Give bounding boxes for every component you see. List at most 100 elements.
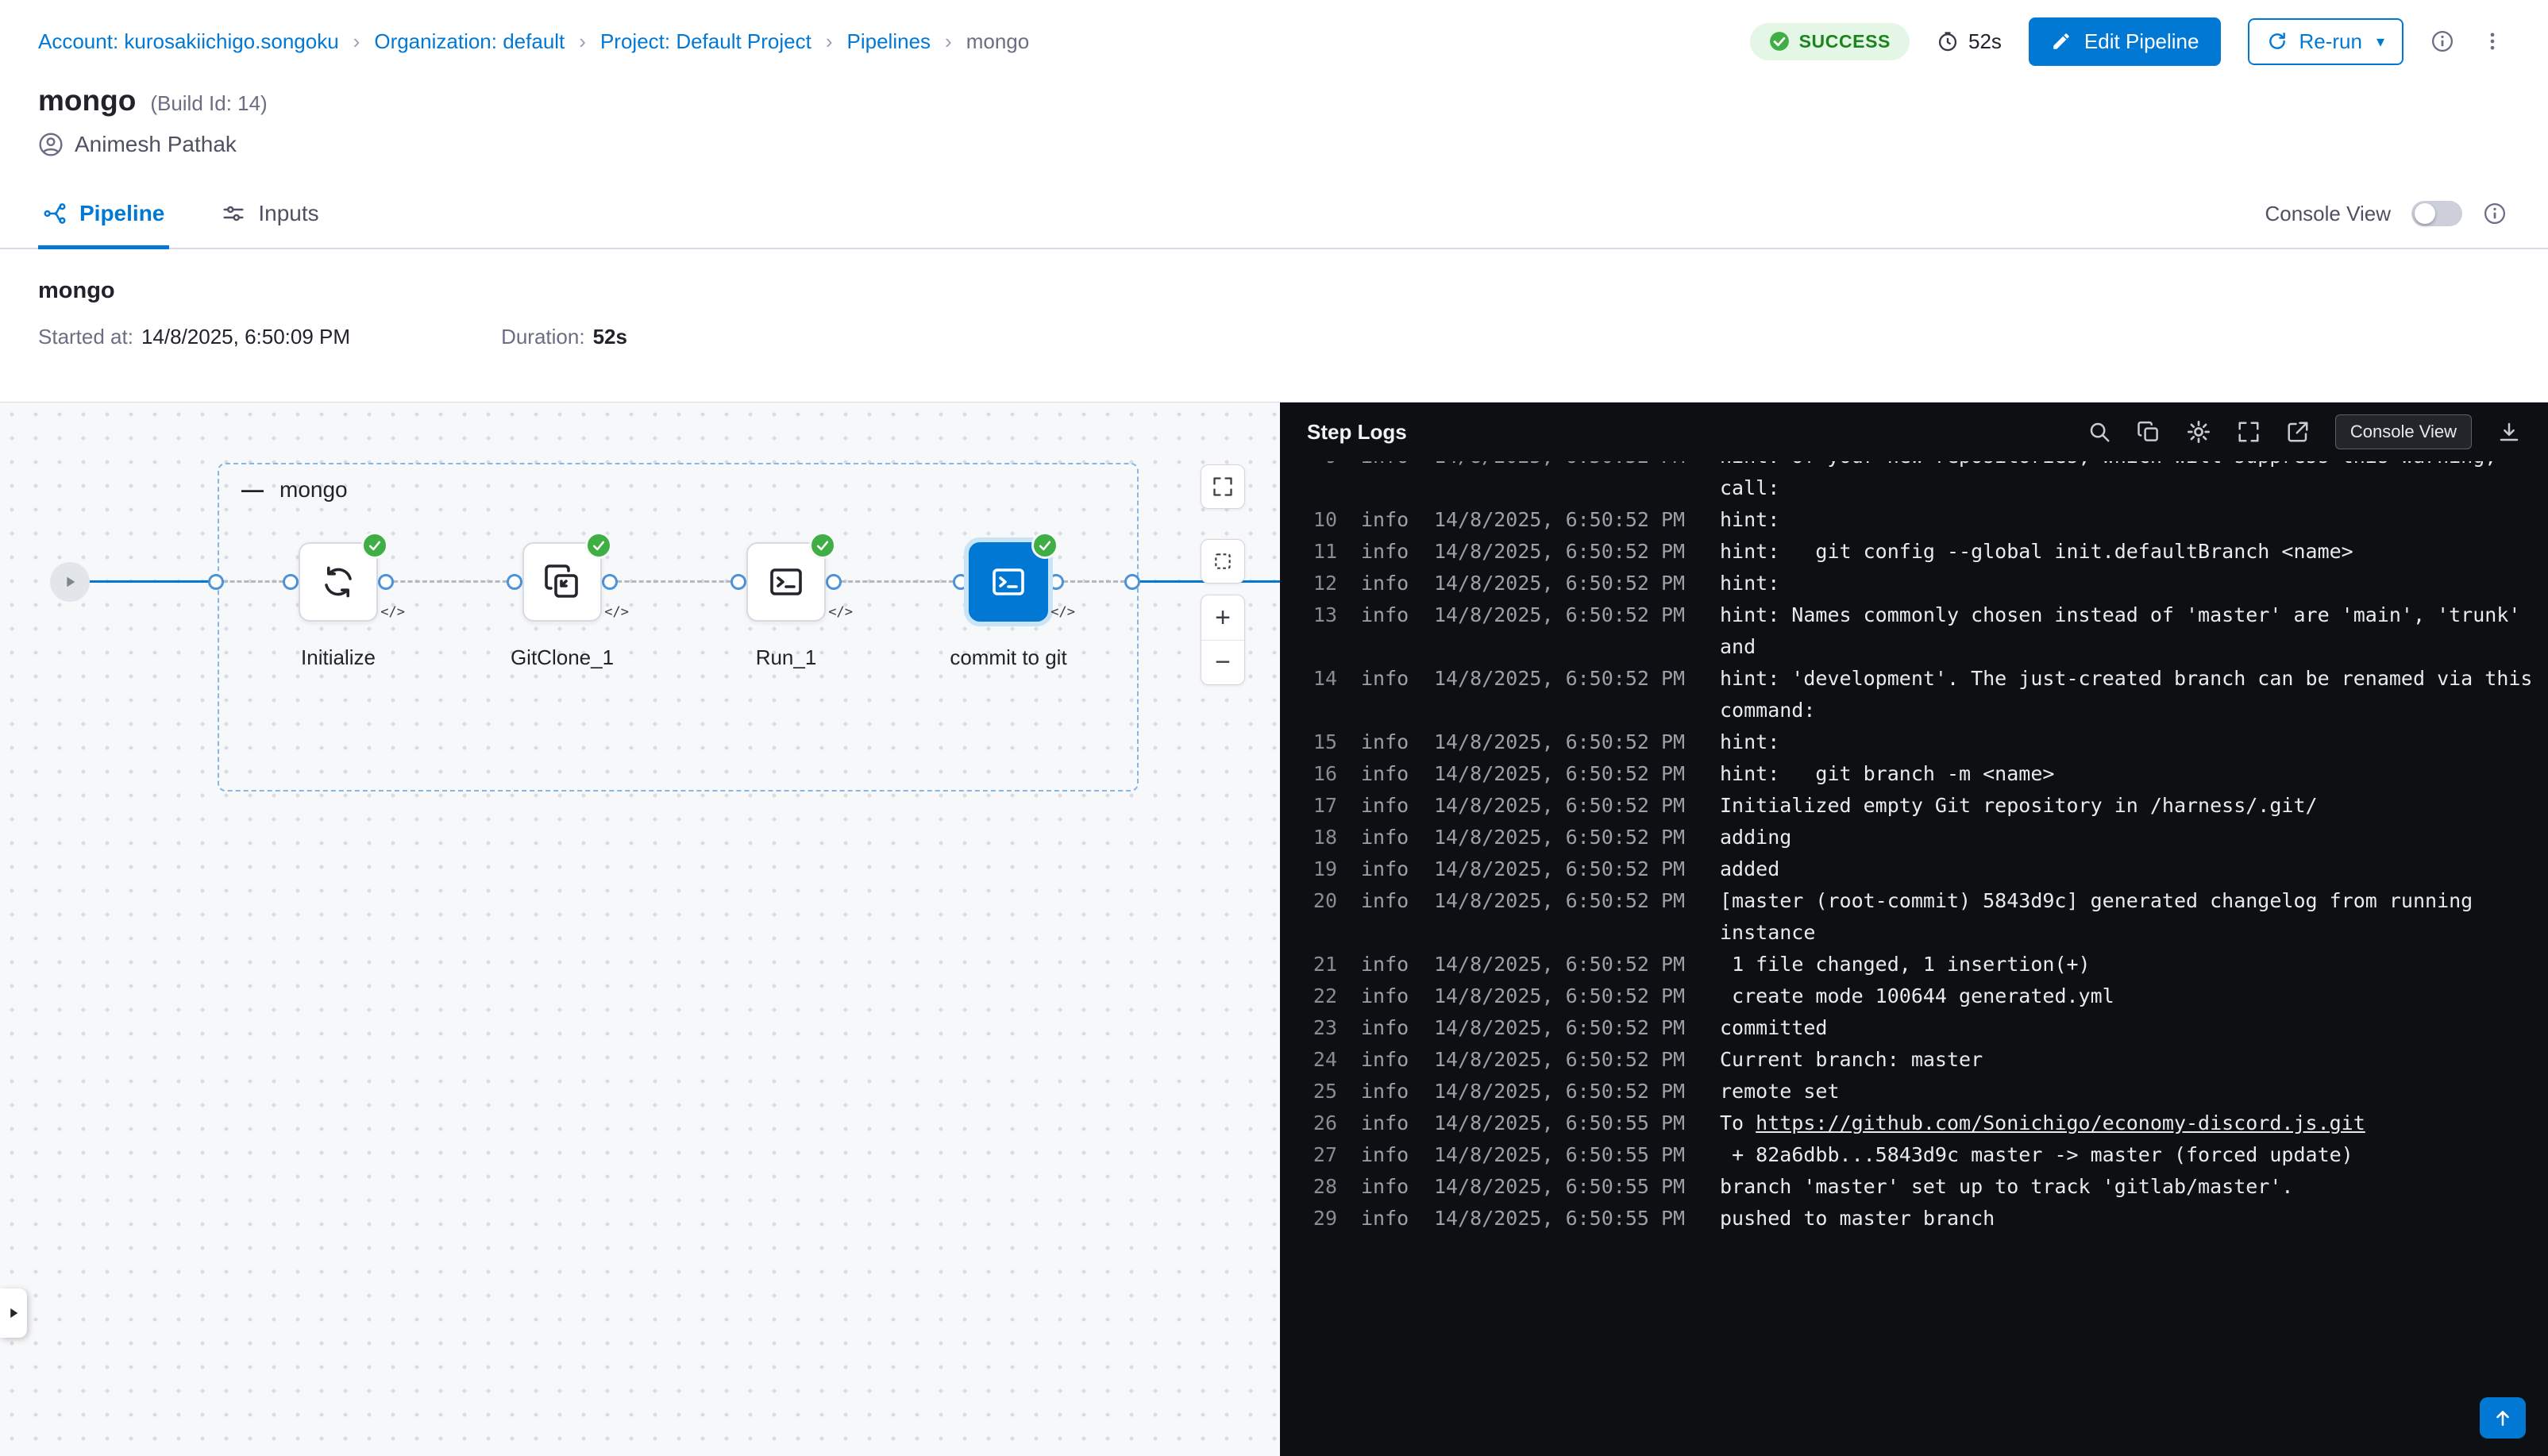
log-line-number: 23 <box>1296 1012 1337 1044</box>
status-badge: SUCCESS <box>1750 23 1910 60</box>
pipeline-edge <box>386 580 515 583</box>
top-bar: Account: kurosakiichigo.songoku › Organi… <box>0 0 2548 83</box>
breadcrumb-project[interactable]: Project: Default Project <box>600 29 811 54</box>
pipeline-edge <box>610 580 738 583</box>
log-line-number: 9 <box>1296 461 1337 472</box>
edit-pipeline-button[interactable]: Edit Pipeline <box>2029 17 2222 66</box>
author-name: Animesh Pathak <box>75 132 237 157</box>
log-message: committed <box>1720 1012 2536 1044</box>
play-icon <box>61 573 79 591</box>
started-at-label: Started at: <box>38 325 133 349</box>
breadcrumb-current-pipeline: mongo <box>966 29 1030 54</box>
log-row: 10 info 14/8/2025, 6:50:52 PM hint: <box>1296 504 2548 536</box>
log-line-number: 22 <box>1296 980 1337 1012</box>
log-row: 17 info 14/8/2025, 6:50:52 PM Initialize… <box>1296 790 2548 822</box>
step-node-run[interactable]: </> <box>746 542 826 622</box>
pipeline-start-node[interactable] <box>50 562 90 602</box>
tab-pipeline-label: Pipeline <box>79 201 164 226</box>
expand-icon[interactable] <box>2237 420 2261 444</box>
console-view-button[interactable]: Console View <box>2335 414 2472 449</box>
log-row: 20 info 14/8/2025, 6:50:52 PM [master (r… <box>1296 885 2548 949</box>
log-output[interactable]: 9 info 14/8/2025, 6:50:52 PM hint: of yo… <box>1280 461 2548 1456</box>
breadcrumb-separator-icon: › <box>826 29 833 54</box>
info-icon[interactable] <box>2430 29 2454 53</box>
log-message: Current branch: master <box>1720 1044 2536 1076</box>
search-icon[interactable] <box>2087 420 2111 444</box>
log-level: info <box>1361 536 1410 568</box>
canvas-select-button[interactable] <box>1201 539 1245 584</box>
log-timestamp: 14/8/2025, 6:50:52 PM <box>1434 822 1696 853</box>
step-node-initialize[interactable]: </> <box>299 542 378 622</box>
breadcrumb-pipelines[interactable]: Pipelines <box>847 29 931 54</box>
kebab-menu-icon[interactable] <box>2481 30 2504 52</box>
success-check-icon <box>585 532 612 559</box>
log-timestamp: 14/8/2025, 6:50:52 PM <box>1434 504 1696 536</box>
log-level: info <box>1361 949 1410 980</box>
started-at-value: 14/8/2025, 6:50:09 PM <box>141 325 350 349</box>
clock-icon <box>1937 30 1959 52</box>
log-line-number: 19 <box>1296 853 1337 885</box>
page-title: mongo <box>38 84 136 117</box>
zoom-in-button[interactable]: + <box>1201 595 1244 640</box>
step-node-gitclone[interactable]: </> <box>522 542 602 622</box>
code-glyph: </> <box>604 604 629 620</box>
stage-label: mongo <box>279 477 348 503</box>
breadcrumb-separator-icon: › <box>353 29 360 54</box>
stage-collapse-icon[interactable]: — <box>241 477 264 503</box>
breadcrumb-account[interactable]: Account: kurosakiichigo.songoku <box>38 29 339 54</box>
log-timestamp: 14/8/2025, 6:50:52 PM <box>1434 885 1696 917</box>
code-glyph: </> <box>1050 604 1075 620</box>
log-level: info <box>1361 1203 1410 1235</box>
edit-pipeline-label: Edit Pipeline <box>2084 29 2199 54</box>
terminal-icon <box>989 563 1027 601</box>
log-timestamp: 14/8/2025, 6:50:52 PM <box>1434 663 1696 695</box>
connector-dot <box>1124 574 1140 590</box>
canvas-fullscreen-button[interactable] <box>1201 464 1245 509</box>
log-row: 16 info 14/8/2025, 6:50:52 PM hint: git … <box>1296 758 2548 790</box>
rerun-label: Re-run <box>2299 29 2361 54</box>
tab-inputs[interactable]: Inputs <box>217 179 323 248</box>
log-timestamp: 14/8/2025, 6:50:55 PM <box>1434 1171 1696 1203</box>
log-level: info <box>1361 885 1410 917</box>
log-level: info <box>1361 1044 1410 1076</box>
log-level: info <box>1361 822 1410 853</box>
log-line-number: 18 <box>1296 822 1337 853</box>
gear-icon[interactable] <box>2186 419 2211 445</box>
success-check-icon <box>1769 31 1790 52</box>
log-message: added <box>1720 853 2536 885</box>
log-message: branch 'master' set up to track 'gitlab/… <box>1720 1171 2536 1203</box>
left-panel-expand-handle[interactable] <box>0 1288 27 1338</box>
download-icon[interactable] <box>2497 420 2521 444</box>
log-row: 29 info 14/8/2025, 6:50:55 PM pushed to … <box>1296 1203 2548 1235</box>
log-message: [master (root-commit) 5843d9c] generated… <box>1720 885 2536 949</box>
console-view-toggle[interactable] <box>2411 201 2462 226</box>
log-timestamp: 14/8/2025, 6:50:52 PM <box>1434 853 1696 885</box>
pipeline-canvas[interactable]: — mongo <box>0 403 1280 1456</box>
log-message: Initialized empty Git repository in /har… <box>1720 790 2536 822</box>
log-timestamp: 14/8/2025, 6:50:52 PM <box>1434 726 1696 758</box>
info-icon[interactable] <box>2483 202 2507 225</box>
breadcrumb-organization[interactable]: Organization: default <box>374 29 565 54</box>
log-row: 26 info 14/8/2025, 6:50:55 PM To https:/… <box>1296 1107 2548 1139</box>
log-level: info <box>1361 599 1410 631</box>
tab-pipeline[interactable]: Pipeline <box>38 179 169 248</box>
log-level: info <box>1361 790 1410 822</box>
log-link[interactable]: https://github.com/Sonichigo/economy-dis… <box>1756 1111 2365 1134</box>
log-line-number: 15 <box>1296 726 1337 758</box>
zoom-out-button[interactable]: − <box>1201 640 1244 684</box>
log-row: 15 info 14/8/2025, 6:50:52 PM hint: <box>1296 726 2548 758</box>
log-row: 13 info 14/8/2025, 6:50:52 PM hint: Name… <box>1296 599 2548 663</box>
scroll-to-top-button[interactable] <box>2480 1397 2526 1439</box>
connector-dot <box>730 574 746 590</box>
log-line-number: 12 <box>1296 568 1337 599</box>
rerun-icon <box>2267 31 2288 52</box>
connector-dot <box>1048 574 1064 590</box>
log-timestamp: 14/8/2025, 6:50:55 PM <box>1434 1107 1696 1139</box>
rerun-button[interactable]: Re-run ▾ <box>2248 18 2403 65</box>
log-timestamp: 14/8/2025, 6:50:55 PM <box>1434 1139 1696 1171</box>
step-node-commit-to-git[interactable]: </> <box>969 542 1048 622</box>
copy-icon[interactable] <box>2137 420 2161 444</box>
open-in-new-icon[interactable] <box>2286 420 2310 444</box>
step-label-initialize: Initialize <box>301 645 376 670</box>
connector-dot <box>953 574 969 590</box>
